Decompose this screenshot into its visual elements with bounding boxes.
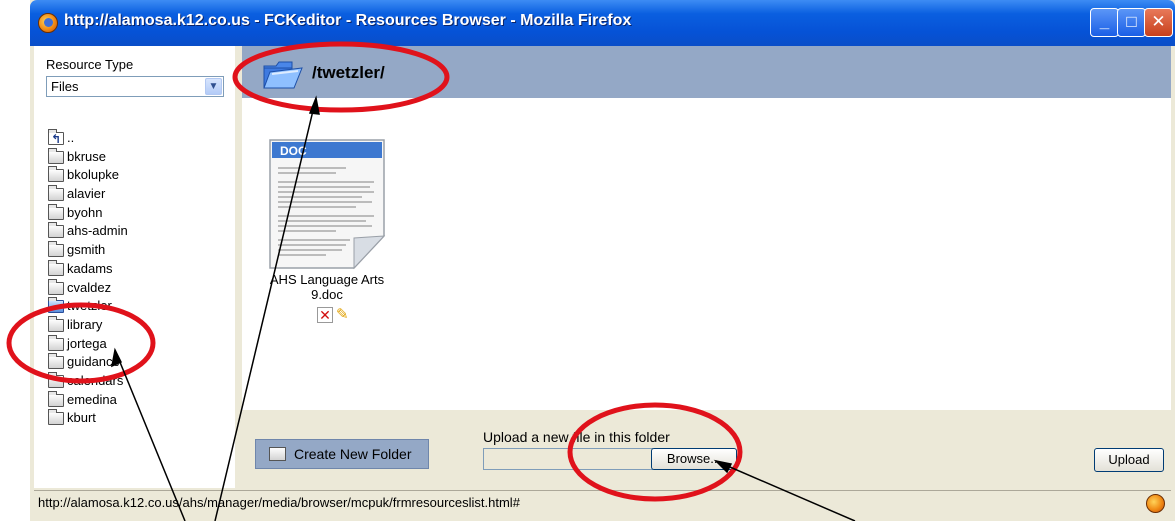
folder-icon: [48, 203, 64, 220]
folder-label: guidance: [67, 354, 120, 370]
sidebar-folder-item[interactable]: gsmith: [48, 241, 233, 260]
folder-label: gsmith: [67, 242, 106, 258]
folder-label: byohn: [67, 204, 103, 220]
folder-label: kburt: [67, 410, 96, 426]
sidebar-folder-item[interactable]: alavier: [48, 185, 233, 204]
folder-icon: [48, 185, 64, 202]
folder-icon: [48, 334, 64, 351]
sidebar-folder-item[interactable]: kburt: [48, 409, 233, 428]
folder-icon: [48, 166, 64, 183]
sidebar-folder-item[interactable]: cvaldez: [48, 278, 233, 298]
title-bar[interactable]: http://alamosa.k12.co.us - FCKeditor - R…: [30, 0, 1175, 46]
sidebar-folder-item[interactable]: library: [48, 315, 233, 335]
folder-label: twetzler: [67, 298, 112, 314]
path-header: /twetzler/: [242, 46, 1171, 98]
folder-icon: [48, 353, 64, 370]
folder-label: kadams: [67, 260, 113, 276]
folder-icon: [48, 241, 64, 258]
bottom-panel: Create New Folder Upload a new file in t…: [242, 410, 1171, 488]
status-url: http://alamosa.k12.co.us/ahs/manager/med…: [38, 495, 520, 510]
minimize-button[interactable]: _: [1090, 8, 1119, 37]
sidebar-folder-item[interactable]: bkolupke: [48, 166, 233, 185]
sidebar-folder-item[interactable]: ..: [48, 129, 233, 148]
sidebar-folder-item[interactable]: kadams: [48, 259, 233, 279]
folder-label: jortega: [67, 335, 107, 351]
folder-icon: [48, 371, 64, 388]
folder-label: emedina: [67, 391, 117, 407]
doc-badge: DOC: [280, 144, 307, 158]
resource-type-select[interactable]: Files ▼: [46, 76, 224, 97]
upload-file-input[interactable]: [483, 448, 653, 470]
close-button[interactable]: ✕: [1144, 8, 1173, 37]
folder-label: ahs-admin: [67, 223, 128, 239]
file-actions: ✕ ✎: [317, 307, 357, 325]
create-folder-label: Create New Folder: [294, 446, 412, 462]
firefox-status-icon: [1146, 494, 1165, 513]
status-bar: http://alamosa.k12.co.us/ahs/manager/med…: [34, 490, 1171, 516]
browser-window: http://alamosa.k12.co.us - FCKeditor - R…: [30, 0, 1175, 521]
folder-label: alavier: [67, 186, 106, 202]
window-title: http://alamosa.k12.co.us - FCKeditor - R…: [64, 12, 632, 29]
file-name-line1: AHS Language Arts: [269, 272, 385, 287]
file-name-line2: 9.doc: [311, 287, 343, 302]
sidebar-folder-item[interactable]: guidance: [48, 353, 233, 372]
doc-file-icon[interactable]: DOC: [266, 138, 388, 270]
folder-label: ..: [67, 130, 75, 145]
rename-pencil-icon[interactable]: ✎: [336, 307, 352, 323]
folder-icon: [48, 278, 64, 295]
sidebar-folder-item[interactable]: bkruse: [48, 147, 233, 167]
folder-sidebar: Resource Type Files ▼ .. bkruse bkolupke al…: [34, 46, 235, 488]
parent-folder-icon: [48, 129, 64, 148]
folder-label: bkruse: [67, 148, 107, 164]
sidebar-folder-item[interactable]: calendars: [48, 371, 233, 391]
browse-button[interactable]: Browse...: [651, 448, 737, 470]
folder-list: .. bkruse bkolupke alavier byohn ahs-admin gsm…: [48, 129, 233, 428]
folder-icon: [48, 259, 64, 276]
current-path: /twetzler/: [312, 63, 385, 82]
firefox-icon: [38, 13, 58, 33]
open-folder-icon: [48, 297, 64, 314]
folder-icon: [48, 315, 64, 332]
open-folder-icon: [263, 61, 303, 89]
sidebar-folder-item[interactable]: emedina: [48, 390, 233, 410]
folder-label: cvaldez: [67, 279, 112, 295]
resource-type-value: Files: [51, 79, 79, 94]
folder-icon: [48, 409, 64, 426]
chevron-down-icon[interactable]: ▼: [205, 78, 222, 95]
sidebar-folder-item[interactable]: twetzler: [48, 297, 233, 316]
sidebar-folder-item[interactable]: byohn: [48, 203, 233, 223]
sidebar-folder-item[interactable]: ahs-admin: [48, 222, 233, 241]
folder-icon: [269, 447, 286, 461]
folder-icon: [48, 390, 64, 407]
upload-label: Upload a new file in this folder: [483, 429, 670, 445]
folder-label: bkolupke: [67, 167, 120, 183]
file-name[interactable]: AHS Language Arts 9.doc: [252, 272, 402, 302]
folder-icon: [48, 222, 64, 239]
folder-label: library: [67, 316, 103, 332]
create-new-folder-button[interactable]: Create New Folder: [255, 439, 429, 469]
sidebar-folder-item[interactable]: jortega: [48, 334, 233, 354]
delete-icon[interactable]: ✕: [317, 307, 333, 323]
upload-button[interactable]: Upload: [1094, 448, 1164, 472]
files-area: DOC AHS Language Arts 9.doc ✕ ✎: [242, 98, 1171, 410]
resource-type-label: Resource Type: [46, 57, 134, 72]
maximize-button[interactable]: □: [1117, 8, 1146, 37]
folder-icon: [48, 147, 64, 164]
folder-label: calendars: [67, 372, 124, 388]
